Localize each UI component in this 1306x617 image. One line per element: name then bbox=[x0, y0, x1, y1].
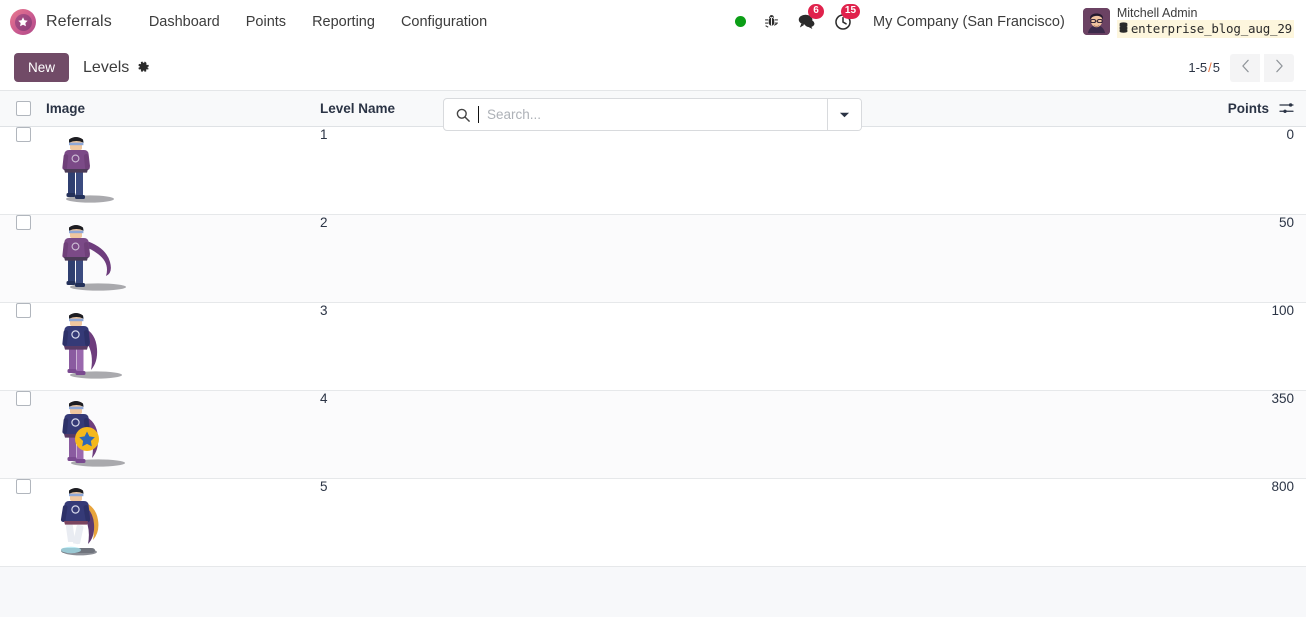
row-image-cell bbox=[46, 127, 320, 215]
row-points: 350 bbox=[1271, 391, 1294, 406]
pager-previous-button[interactable] bbox=[1230, 53, 1260, 82]
breadcrumb: Levels bbox=[83, 59, 150, 77]
menu-item-points[interactable]: Points bbox=[233, 8, 299, 36]
page-title: Levels bbox=[83, 58, 130, 76]
row-checkbox[interactable] bbox=[16, 479, 31, 494]
gear-icon[interactable] bbox=[137, 61, 150, 74]
row-image-cell bbox=[46, 215, 320, 303]
database-name: enterprise_blog_aug_29 bbox=[1130, 20, 1292, 36]
company-switcher[interactable]: My Company (San Francisco) bbox=[861, 14, 1077, 30]
level-2-hero-icon bbox=[46, 221, 132, 296]
list-empty-area bbox=[0, 567, 1306, 617]
online-status-dot-icon[interactable] bbox=[726, 7, 755, 37]
row-level-name: 2 bbox=[320, 215, 328, 230]
row-select-cell bbox=[0, 215, 46, 303]
row-level-name: 4 bbox=[320, 391, 328, 406]
column-header-points[interactable]: Points bbox=[1186, 90, 1306, 127]
user-name: Mitchell Admin bbox=[1116, 5, 1198, 20]
caret-down-icon bbox=[839, 106, 850, 124]
messages-icon[interactable]: 6 bbox=[788, 3, 825, 37]
level-5-hero-icon bbox=[46, 484, 130, 561]
brand-name: Referrals bbox=[46, 13, 112, 30]
row-select-cell bbox=[0, 303, 46, 391]
table-row[interactable]: 1 0 bbox=[0, 127, 1306, 215]
chevron-right-icon bbox=[1275, 59, 1284, 76]
activities-icon[interactable]: 15 bbox=[825, 3, 861, 37]
database-indicator: enterprise_blog_aug_29 bbox=[1116, 19, 1294, 39]
bug-icon[interactable] bbox=[755, 7, 788, 37]
row-checkbox[interactable] bbox=[16, 215, 31, 230]
select-all-checkbox[interactable] bbox=[16, 101, 31, 116]
referrals-star-logo-icon bbox=[10, 9, 36, 35]
menu-item-dashboard[interactable]: Dashboard bbox=[136, 8, 233, 36]
column-header-image[interactable]: Image bbox=[46, 90, 320, 127]
pager-range: 1-5 bbox=[1188, 60, 1208, 75]
level-1-hero-icon bbox=[46, 133, 120, 208]
sliders-icon[interactable] bbox=[1279, 102, 1294, 115]
user-avatar bbox=[1082, 8, 1110, 36]
row-image-cell bbox=[46, 479, 320, 567]
pager-count: 1-5/5 bbox=[1188, 60, 1226, 75]
row-select-cell bbox=[0, 127, 46, 215]
user-menu[interactable]: Mitchell Admin enterprise_blog_aug_29 bbox=[1077, 6, 1294, 39]
level-3-hero-icon bbox=[46, 309, 126, 384]
table-row[interactable]: 2 50 bbox=[0, 214, 1306, 303]
main-menu: Dashboard Points Reporting Configuration bbox=[136, 8, 500, 36]
search-dropdown-toggle[interactable] bbox=[828, 99, 861, 130]
select-all-header bbox=[0, 90, 46, 127]
search-placeholder: Search... bbox=[487, 107, 542, 122]
row-level-name: 3 bbox=[320, 303, 328, 318]
row-points: 100 bbox=[1271, 303, 1294, 318]
pager: 1-5/5 bbox=[1188, 53, 1294, 82]
table-row[interactable]: 4 350 bbox=[0, 390, 1306, 479]
list-view-container: Image Level Name Points 1 0 2 50 3 100 4… bbox=[0, 90, 1306, 617]
table-row[interactable]: 3 100 bbox=[0, 303, 1306, 391]
menu-item-configuration[interactable]: Configuration bbox=[388, 8, 500, 36]
search-input[interactable]: Search... bbox=[444, 99, 828, 130]
search-view: Search... bbox=[443, 98, 862, 131]
messages-count-badge: 6 bbox=[808, 3, 825, 19]
row-image-cell bbox=[46, 391, 320, 479]
row-points: 50 bbox=[1278, 215, 1294, 230]
table-row[interactable]: 5 800 bbox=[0, 479, 1306, 567]
database-icon bbox=[1119, 20, 1128, 38]
column-header-points-label: Points bbox=[1227, 101, 1269, 116]
table-body: 1 0 2 50 3 100 4 350 5 800 bbox=[0, 127, 1306, 567]
navbar-right-tools: 6 15 My Company (San Francisco) Mitchell… bbox=[726, 3, 1294, 39]
row-points: 800 bbox=[1271, 479, 1294, 494]
new-button[interactable]: New bbox=[14, 52, 70, 83]
row-checkbox[interactable] bbox=[16, 303, 31, 318]
top-navbar: Referrals Dashboard Points Reporting Con… bbox=[0, 0, 1306, 45]
levels-table: Image Level Name Points 1 0 2 50 3 100 4… bbox=[0, 90, 1306, 567]
row-select-cell bbox=[0, 479, 46, 567]
row-select-cell bbox=[0, 391, 46, 479]
brand-group[interactable]: Referrals bbox=[10, 9, 112, 35]
row-points: 0 bbox=[1286, 127, 1294, 142]
row-level-name: 5 bbox=[320, 479, 328, 494]
activities-count-badge: 15 bbox=[840, 3, 861, 19]
row-checkbox[interactable] bbox=[16, 391, 31, 406]
row-checkbox[interactable] bbox=[16, 127, 31, 142]
menu-item-reporting[interactable]: Reporting bbox=[299, 8, 388, 36]
row-image-cell bbox=[46, 303, 320, 391]
pager-total: 5 bbox=[1212, 60, 1220, 75]
control-panel: New Levels 1-5/5 Search... bbox=[0, 45, 1306, 131]
level-4-hero-icon bbox=[46, 397, 130, 472]
search-icon bbox=[456, 108, 470, 122]
text-cursor bbox=[478, 106, 479, 123]
chevron-left-icon bbox=[1241, 59, 1250, 76]
pager-next-button[interactable] bbox=[1264, 53, 1294, 82]
row-level-name: 1 bbox=[320, 127, 328, 142]
